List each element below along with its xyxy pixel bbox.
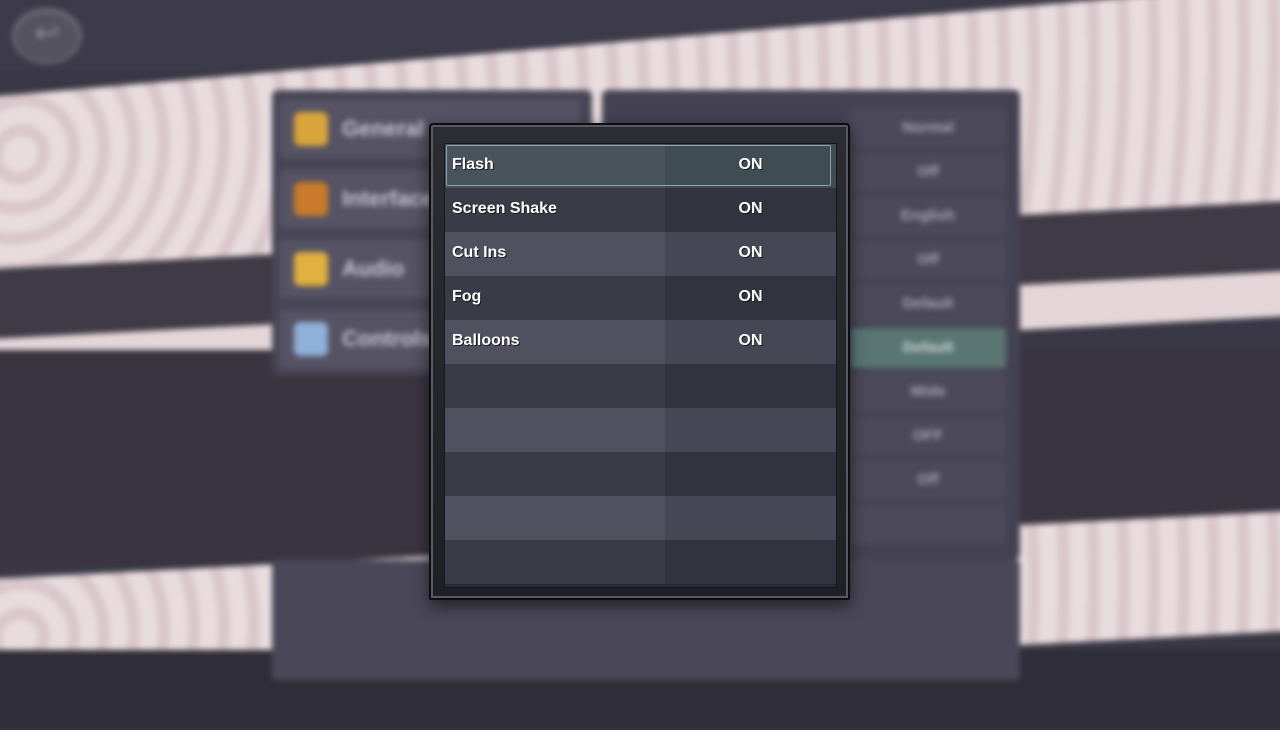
row-label-cell: Screen Shake	[445, 188, 665, 232]
settings-row-empty	[445, 452, 836, 496]
setting-value: ON	[738, 288, 763, 305]
setting-value[interactable]	[850, 504, 1006, 544]
back-arrow-icon[interactable]	[12, 8, 82, 64]
menu-item-label: Audio	[342, 256, 405, 281]
menu-item-label: Interface	[342, 186, 434, 211]
row-label-cell: Flash	[445, 144, 665, 188]
row-value-cell	[665, 496, 836, 540]
fog-toggle[interactable]: ON	[665, 276, 836, 320]
settings-row-balloons[interactable]: Balloons ON	[445, 320, 836, 364]
row-label-cell	[445, 540, 665, 584]
interface-icon	[294, 182, 328, 216]
setting-value[interactable]: Wide	[850, 372, 1006, 412]
flash-toggle[interactable]: ON	[665, 144, 836, 188]
setting-label: Balloons	[452, 332, 520, 349]
settings-row-empty	[445, 540, 836, 584]
general-icon	[294, 112, 328, 146]
cut-ins-toggle[interactable]: ON	[665, 232, 836, 276]
settings-row-flash[interactable]: Flash ON	[445, 144, 836, 188]
balloons-toggle[interactable]: ON	[665, 320, 836, 364]
setting-value-selected[interactable]: Default	[850, 328, 1006, 368]
setting-value[interactable]: Normal	[850, 108, 1006, 148]
menu-item-label: Controls	[342, 326, 433, 351]
settings-row-fog[interactable]: Fog ON	[445, 276, 836, 320]
setting-value[interactable]: Off	[850, 152, 1006, 192]
setting-value: ON	[738, 200, 763, 217]
row-label-cell	[445, 408, 665, 452]
setting-value[interactable]: English	[850, 196, 1006, 236]
row-value-cell	[665, 408, 836, 452]
row-label-cell	[445, 364, 665, 408]
row-value-cell	[665, 452, 836, 496]
settings-row-empty	[445, 408, 836, 452]
row-label-cell: Cut Ins	[445, 232, 665, 276]
setting-value[interactable]: OFF	[850, 416, 1006, 456]
setting-value[interactable]: Off	[850, 460, 1006, 500]
screen-shake-toggle[interactable]: ON	[665, 188, 836, 232]
setting-label: Fog	[452, 288, 482, 305]
setting-value: ON	[738, 156, 763, 173]
row-label-cell	[445, 496, 665, 540]
setting-value[interactable]: Default	[850, 284, 1006, 324]
row-value-cell	[665, 540, 836, 584]
setting-value: ON	[738, 244, 763, 261]
settings-row-empty	[445, 496, 836, 540]
setting-label: Cut Ins	[452, 244, 507, 261]
row-label-cell: Balloons	[445, 320, 665, 364]
setting-value[interactable]: Off	[850, 240, 1006, 280]
row-label-cell: Fog	[445, 276, 665, 320]
row-label-cell	[445, 452, 665, 496]
settings-list: Flash ON Screen Shake ON Cut Ins ON Fog …	[444, 143, 837, 588]
settings-row-empty	[445, 364, 836, 408]
setting-label: Screen Shake	[452, 200, 557, 217]
row-value-cell	[665, 364, 836, 408]
effects-settings-dialog: Flash ON Screen Shake ON Cut Ins ON Fog …	[429, 123, 850, 600]
controls-icon	[294, 322, 328, 356]
settings-row-cut-ins[interactable]: Cut Ins ON	[445, 232, 836, 276]
menu-item-label: General	[342, 116, 424, 141]
audio-icon	[294, 252, 328, 286]
settings-row-screen-shake[interactable]: Screen Shake ON	[445, 188, 836, 232]
setting-value: ON	[738, 332, 763, 349]
setting-label: Flash	[452, 156, 494, 173]
